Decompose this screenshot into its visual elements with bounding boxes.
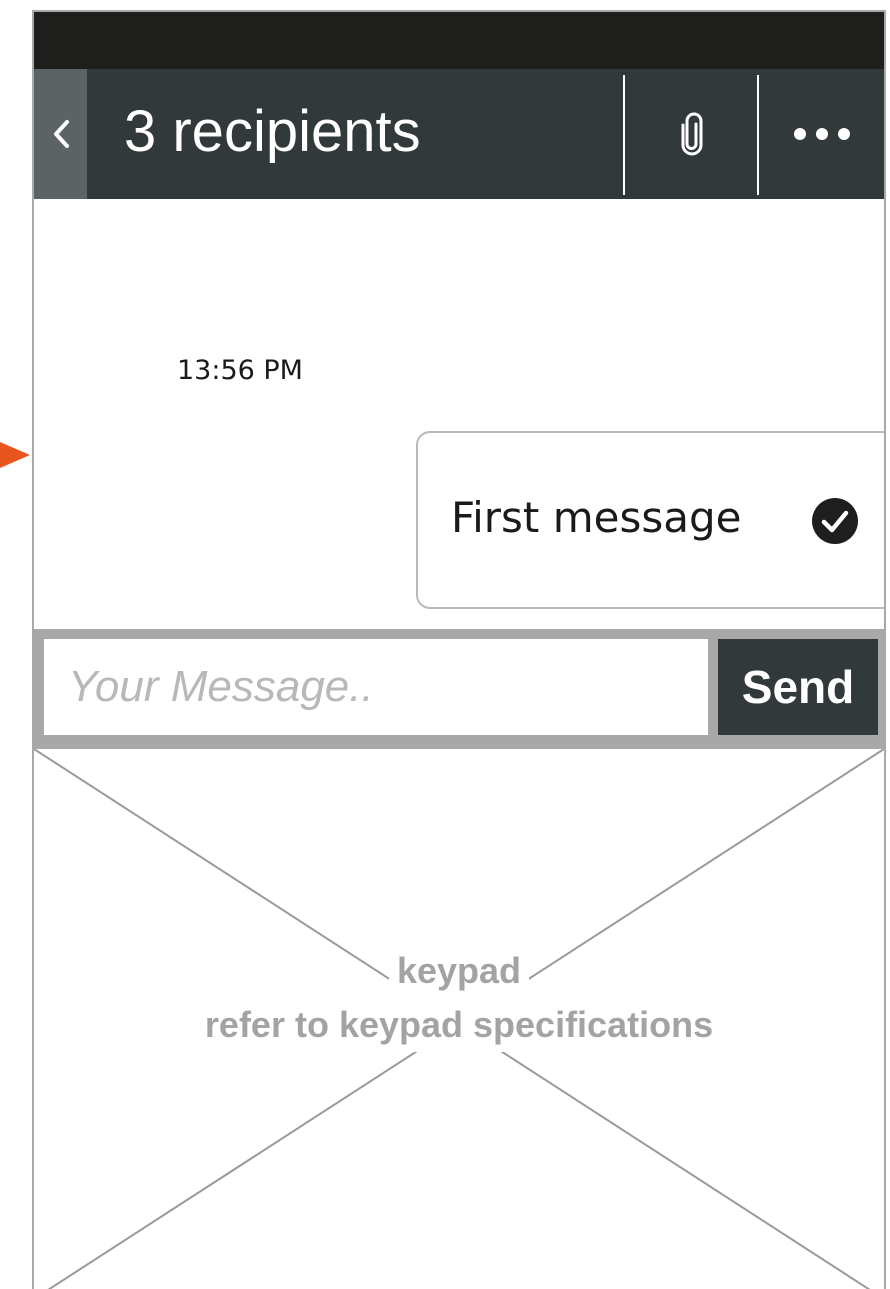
send-button[interactable]: Send <box>718 639 878 735</box>
more-horizontal-icon <box>794 128 850 140</box>
paperclip-icon <box>681 112 703 156</box>
keypad-title: keypad <box>388 944 530 998</box>
message-bubble[interactable]: First message <box>416 431 884 609</box>
keypad-placeholder: keypad refer to keypad specifications <box>34 749 884 1289</box>
back-button[interactable] <box>34 69 87 199</box>
keypad-note: keypad refer to keypad specifications <box>34 944 884 1052</box>
message-input[interactable] <box>44 639 708 735</box>
header-divider <box>757 75 759 195</box>
attach-button[interactable] <box>626 69 758 199</box>
status-bar <box>34 12 884 69</box>
header-divider <box>623 75 625 195</box>
message-text: First message <box>451 493 742 542</box>
compose-bar: Send <box>34 629 884 749</box>
more-options-button[interactable] <box>760 69 884 199</box>
check-circle-icon <box>812 498 858 544</box>
keypad-subtitle: refer to keypad specifications <box>196 998 722 1052</box>
conversation-title: 3 recipients <box>124 99 421 164</box>
message-timestamp: 13:56 PM <box>177 355 303 386</box>
chevron-left-icon <box>53 120 69 148</box>
header-bar: 3 recipients <box>34 69 884 199</box>
phone-frame: 3 recipients 13:56 PM First message Send <box>32 10 886 1289</box>
annotation-arrow <box>0 442 30 468</box>
